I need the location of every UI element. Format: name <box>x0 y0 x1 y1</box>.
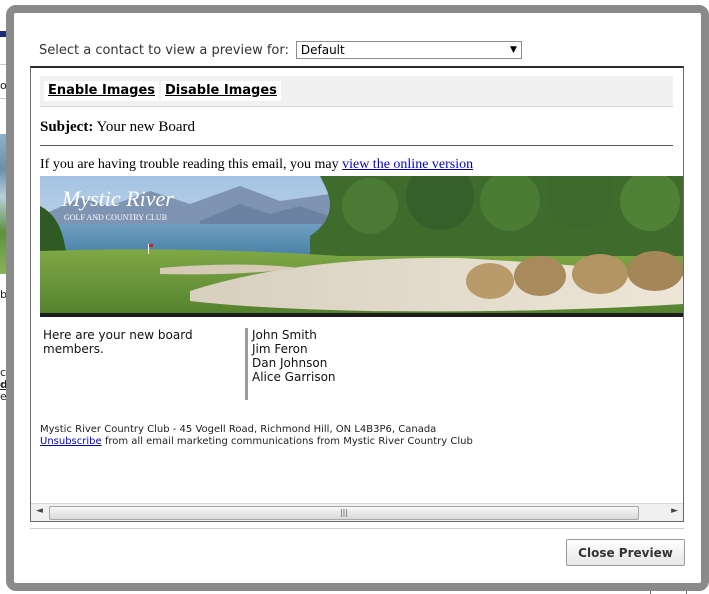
chevron-down-icon[interactable]: ▼ <box>510 45 517 55</box>
contact-select-value: Default <box>300 43 345 57</box>
scroll-right-icon[interactable]: ► <box>671 506 678 516</box>
unsubscribe-line: Unsubscribe from all email marketing com… <box>40 436 473 448</box>
email-footer: Mystic River Country Club - 45 Vogell Ro… <box>40 424 473 448</box>
horizontal-scrollbar[interactable]: ◄ ||| ► <box>31 503 683 521</box>
online-version-text: If you are having trouble reading this e… <box>40 157 339 172</box>
banner-bottom-border <box>40 313 683 317</box>
members-list: John Smith Jim Feron Dan Johnson Alice G… <box>245 328 336 400</box>
contact-select-row: Select a contact to view a preview for: … <box>39 39 522 61</box>
image-toolbar: Enable Images Disable Images <box>40 76 673 107</box>
email-preview-dialog: Select a contact to view a preview for: … <box>6 5 709 591</box>
contact-select-label: Select a contact to view a preview for: <box>39 42 289 58</box>
contact-select[interactable]: Default ▼ <box>295 41 522 59</box>
close-preview-button[interactable]: Close Preview <box>566 539 685 566</box>
intro-text: Here are your new board members. <box>43 328 193 356</box>
club-logo-subtitle: GOLF AND COUNTRY CLUB <box>64 213 167 222</box>
subject-label: Subject: <box>40 119 94 135</box>
club-logo-title: Mystic River <box>61 186 174 211</box>
board-members-section: Here are your new board members. John Sm… <box>40 328 670 403</box>
email-preview-frame: Enable Images Disable Images Subject: Yo… <box>30 66 684 522</box>
dialog-divider <box>30 528 684 529</box>
scrollbar-thumb[interactable]: ||| <box>49 506 639 520</box>
disable-images-button[interactable]: Disable Images <box>161 81 281 101</box>
member-name: Jim Feron <box>252 342 308 356</box>
online-version-notice: If you are having trouble reading this e… <box>40 157 473 173</box>
enable-images-button[interactable]: Enable Images <box>44 81 160 101</box>
golf-course-scene: Mystic River GOLF AND COUNTRY CLUB <box>40 176 683 313</box>
footer-address: Mystic River Country Club - 45 Vogell Ro… <box>40 424 437 435</box>
scroll-left-icon[interactable]: ◄ <box>36 506 43 516</box>
subject-line: Subject: Your new Board <box>40 119 673 146</box>
member-name: John Smith <box>252 328 317 342</box>
club-banner-image: Mystic River GOLF AND COUNTRY CLUB <box>40 176 683 313</box>
member-name: Dan Johnson <box>252 356 328 370</box>
subject-text: Your new Board <box>96 119 196 135</box>
unsubscribe-text: from all email marketing communications … <box>104 436 473 447</box>
member-name: Alice Garrison <box>252 370 336 384</box>
online-version-link[interactable]: view the online version <box>342 157 473 172</box>
unsubscribe-link[interactable]: Unsubscribe <box>40 436 102 447</box>
